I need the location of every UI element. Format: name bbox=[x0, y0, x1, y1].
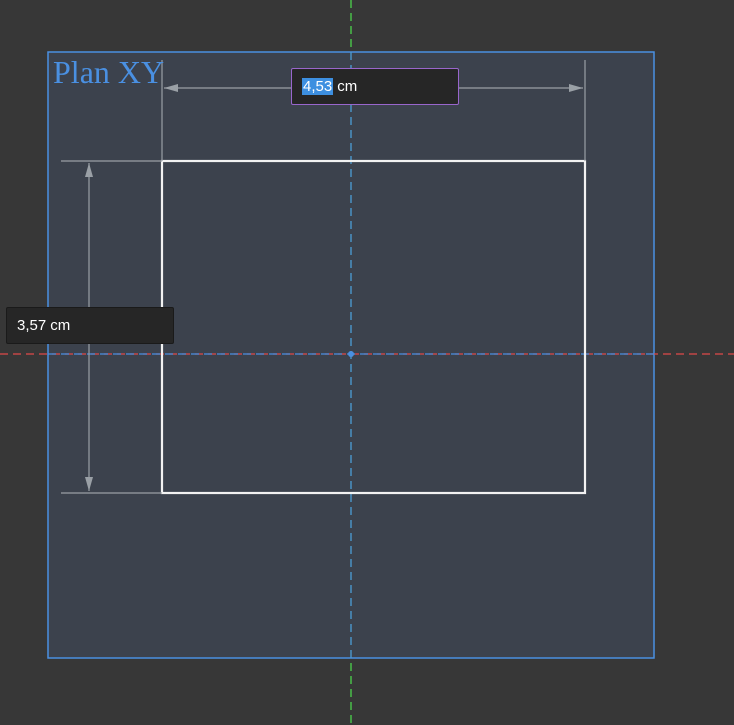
height-value[interactable]: 3,57 bbox=[17, 317, 46, 334]
height-dimension-input[interactable]: 3,57 cm bbox=[6, 307, 174, 344]
width-value[interactable]: 4,53 bbox=[302, 78, 334, 95]
width-unit: cm bbox=[337, 78, 358, 95]
width-dimension-input[interactable]: 4,53 cm bbox=[291, 68, 459, 105]
plane-label: Plan XY bbox=[53, 54, 165, 90]
sketch-canvas[interactable] bbox=[0, 0, 734, 725]
origin-point[interactable] bbox=[348, 351, 354, 357]
height-unit: cm bbox=[50, 317, 71, 334]
